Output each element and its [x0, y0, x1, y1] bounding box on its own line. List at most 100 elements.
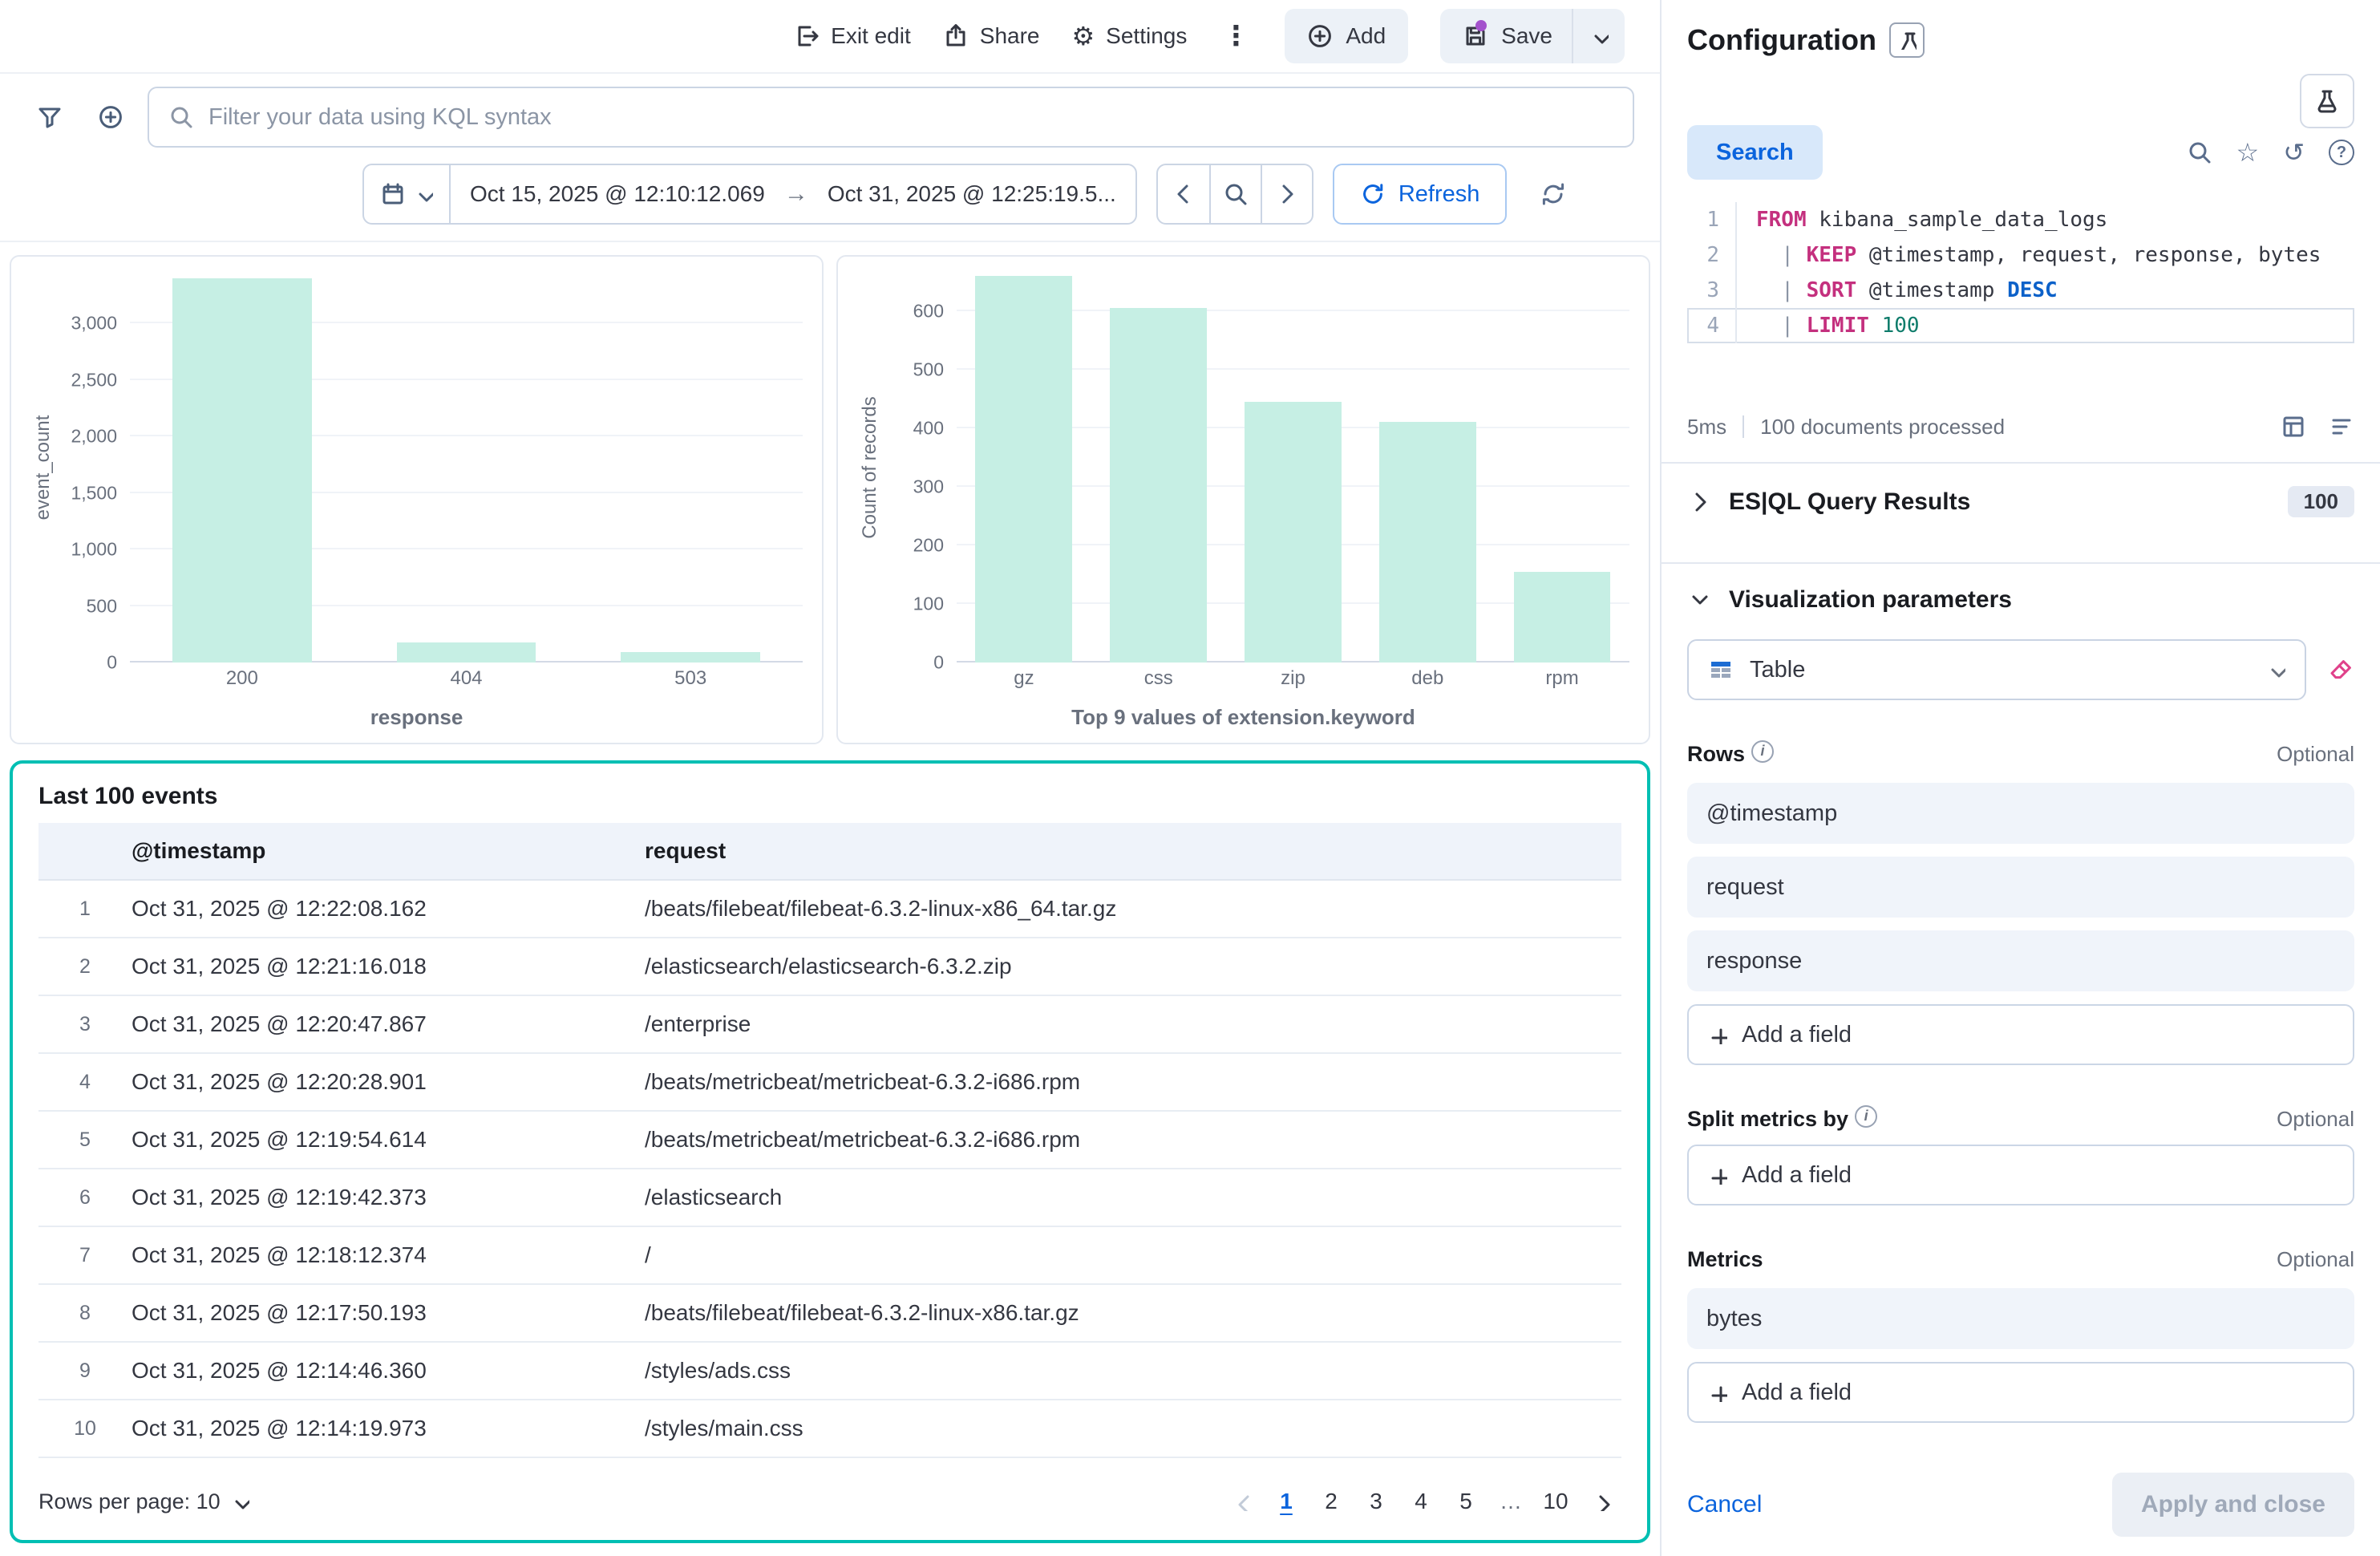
- share-button[interactable]: Share: [943, 23, 1040, 49]
- table-row[interactable]: 6Oct 31, 2025 @ 12:19:42.373/elasticsear…: [38, 1169, 1621, 1227]
- add-filter-button[interactable]: [87, 93, 135, 141]
- info-icon[interactable]: i: [1855, 1105, 1877, 1128]
- date-quick-select-button[interactable]: [364, 165, 451, 223]
- query-bar: Oct 15, 2025 @ 12:10:12.069 → Oct 31, 20…: [0, 74, 1660, 242]
- chart-type-select[interactable]: Table: [1687, 639, 2306, 700]
- prev-page-button[interactable]: [1220, 1481, 1262, 1522]
- add-row-field-button[interactable]: Add a field: [1687, 1004, 2354, 1065]
- request-column-header[interactable]: request: [645, 838, 1621, 864]
- table-row[interactable]: 2Oct 31, 2025 @ 12:21:16.018/elasticsear…: [38, 938, 1621, 996]
- pagination: 12345…10: [1220, 1481, 1621, 1522]
- bar-slot: [1226, 273, 1361, 663]
- line-number: 4: [1687, 308, 1735, 343]
- page-button-1[interactable]: 1: [1265, 1481, 1307, 1522]
- bar-deb[interactable]: [1379, 422, 1476, 663]
- bar-503[interactable]: [621, 652, 759, 663]
- editor-line[interactable]: 2 | KEEP @timestamp, request, response, …: [1687, 237, 2354, 273]
- info-icon[interactable]: i: [1751, 740, 1774, 763]
- exit-edit-label: Exit edit: [831, 23, 911, 49]
- table-row[interactable]: 8Oct 31, 2025 @ 12:17:50.193/beats/fileb…: [38, 1285, 1621, 1343]
- save-button[interactable]: Save: [1440, 9, 1572, 63]
- exit-edit-button[interactable]: Exit edit: [794, 23, 911, 49]
- bar-gz[interactable]: [975, 276, 1072, 663]
- table-row[interactable]: 1Oct 31, 2025 @ 12:22:08.162/beats/fileb…: [38, 881, 1621, 938]
- refresh-button[interactable]: Refresh: [1333, 164, 1508, 225]
- bar-rpm[interactable]: [1514, 572, 1611, 663]
- query-table-icon[interactable]: [2281, 414, 2306, 440]
- editor-line[interactable]: 4 | LIMIT 100: [1687, 308, 2354, 343]
- page-button-5[interactable]: 5: [1445, 1481, 1487, 1522]
- query-stats: 5ms 100 documents processed: [1687, 414, 2354, 440]
- query-duration: 5ms: [1687, 415, 1726, 440]
- star-icon[interactable]: ☆: [2236, 140, 2260, 165]
- field-chip[interactable]: @timestamp: [1687, 783, 2354, 844]
- add-button[interactable]: Add: [1285, 9, 1408, 63]
- extension-bar-chart-panel[interactable]: Count of records 0100200300400500600 gzc…: [836, 255, 1650, 744]
- bar-404[interactable]: [397, 642, 536, 663]
- row-number: 3: [38, 1013, 132, 1036]
- timestamp-cell: Oct 31, 2025 @ 12:18:12.374: [132, 1242, 645, 1268]
- rows-per-page-button[interactable]: Rows per page: 10: [38, 1489, 249, 1514]
- viz-params-accordion[interactable]: Visualization parameters: [1687, 564, 2354, 636]
- bar-slot: [1091, 273, 1226, 663]
- kql-search-input[interactable]: [208, 104, 1613, 131]
- field-chip[interactable]: bytes: [1687, 1288, 2354, 1349]
- next-page-button[interactable]: [1580, 1481, 1621, 1522]
- more-options-button[interactable]: ⋮: [1219, 20, 1253, 52]
- search-run-button[interactable]: Search: [1687, 125, 1823, 180]
- time-prev-button[interactable]: [1158, 165, 1209, 223]
- table-row[interactable]: 9Oct 31, 2025 @ 12:14:46.360/styles/ads.…: [38, 1343, 1621, 1400]
- editor-menu-icon[interactable]: [2329, 414, 2354, 440]
- configuration-flyout: Configuration Search ☆ ↺ ? 1FROM kibana_…: [1660, 0, 2380, 1556]
- request-cell: /beats/metricbeat/metricbeat-6.3.2-i686.…: [645, 1127, 1621, 1153]
- page-button-3[interactable]: 3: [1355, 1481, 1397, 1522]
- time-next-button[interactable]: [1261, 165, 1312, 223]
- flyout-header: Configuration: [1687, 22, 2354, 58]
- editor-line[interactable]: 1FROM kibana_sample_data_logs: [1687, 202, 2354, 237]
- apply-and-close-button[interactable]: Apply and close: [2112, 1473, 2354, 1537]
- auto-refresh-button[interactable]: [1526, 167, 1581, 221]
- field-chip[interactable]: response: [1687, 930, 2354, 991]
- table-row[interactable]: 4Oct 31, 2025 @ 12:20:28.901/beats/metri…: [38, 1054, 1621, 1112]
- x-tick-label: gz: [957, 667, 1091, 690]
- cancel-button[interactable]: Cancel: [1687, 1491, 1762, 1518]
- tech-preview-button[interactable]: [2300, 74, 2354, 128]
- table-row[interactable]: 7Oct 31, 2025 @ 12:18:12.374/: [38, 1227, 1621, 1285]
- token: @timestamp: [1856, 278, 2007, 302]
- response-bar-chart-panel[interactable]: event_count 05001,0001,5002,0002,5003,00…: [10, 255, 824, 744]
- add-split-field-button[interactable]: Add a field: [1687, 1145, 2354, 1205]
- add-field-label: Add a field: [1742, 1162, 1852, 1189]
- bar-slot: [1495, 273, 1629, 663]
- esql-results-accordion[interactable]: ES|QL Query Results 100: [1687, 464, 2354, 540]
- timestamp-column-header[interactable]: @timestamp: [132, 838, 645, 864]
- help-icon[interactable]: ?: [2329, 140, 2354, 165]
- chevron-right-icon: [1591, 1492, 1610, 1511]
- page-button-10[interactable]: 10: [1535, 1481, 1577, 1522]
- last-100-events-panel[interactable]: Last 100 events @timestamp request 1Oct …: [10, 760, 1650, 1543]
- end-date[interactable]: Oct 31, 2025 @ 12:25:19.5...: [808, 181, 1135, 207]
- esql-editor[interactable]: 1FROM kibana_sample_data_logs2 | KEEP @t…: [1687, 202, 2354, 343]
- row-number: 7: [38, 1244, 132, 1267]
- add-metric-field-button[interactable]: Add a field: [1687, 1362, 2354, 1423]
- query-history-icon[interactable]: ↺: [2283, 140, 2305, 165]
- page-button-2[interactable]: 2: [1310, 1481, 1352, 1522]
- start-date[interactable]: Oct 15, 2025 @ 12:10:12.069: [451, 181, 784, 207]
- time-zoom-button[interactable]: [1209, 165, 1261, 223]
- split-metrics-label: Split metrics by: [1687, 1107, 1848, 1132]
- field-chip[interactable]: request: [1687, 857, 2354, 918]
- table-row[interactable]: 10Oct 31, 2025 @ 12:14:19.973/styles/mai…: [38, 1400, 1621, 1458]
- bar-css[interactable]: [1110, 308, 1207, 663]
- request-cell: /beats/filebeat/filebeat-6.3.2-linux-x86…: [645, 896, 1621, 922]
- search-icon[interactable]: [2187, 140, 2212, 165]
- settings-button[interactable]: ⚙ Settings: [1071, 23, 1187, 49]
- filters-button[interactable]: [26, 93, 74, 141]
- save-menu-button[interactable]: [1572, 9, 1625, 63]
- eraser-icon[interactable]: [2329, 657, 2354, 683]
- table-row[interactable]: 5Oct 31, 2025 @ 12:19:54.614/beats/metri…: [38, 1112, 1621, 1169]
- kql-search-box[interactable]: [148, 87, 1634, 148]
- editor-line[interactable]: 3 | SORT @timestamp DESC: [1687, 273, 2354, 308]
- table-row[interactable]: 3Oct 31, 2025 @ 12:20:47.867/enterprise: [38, 996, 1621, 1054]
- bar-zip[interactable]: [1245, 402, 1342, 663]
- bar-200[interactable]: [172, 278, 311, 663]
- page-button-4[interactable]: 4: [1400, 1481, 1442, 1522]
